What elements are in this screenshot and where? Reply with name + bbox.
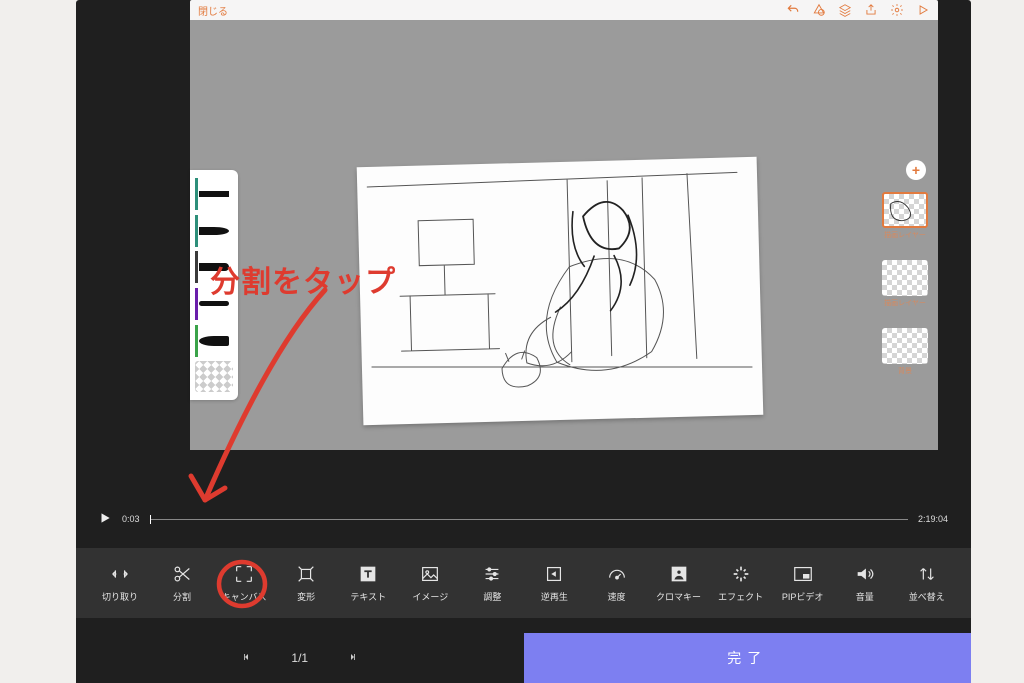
share-icon[interactable] — [864, 3, 878, 17]
tool-volume[interactable]: 音量 — [839, 563, 891, 603]
shape-icon[interactable] — [812, 3, 826, 17]
sparkle-icon — [730, 563, 752, 585]
volume-icon — [854, 563, 876, 585]
brush-transparency[interactable] — [195, 361, 233, 392]
image-icon — [419, 563, 441, 585]
topbar: 閉じる — [190, 0, 938, 20]
layer-label: 描画レイヤー — [882, 298, 928, 308]
drawing-canvas[interactable] — [357, 157, 764, 425]
done-button[interactable]: 完了 — [524, 633, 972, 683]
timeline-total: 2:19:04 — [918, 514, 948, 524]
text-icon — [357, 563, 379, 585]
brush-1[interactable] — [195, 178, 233, 209]
tool-reverse[interactable]: 逆再生 — [528, 563, 580, 603]
tool-adjust[interactable]: 調整 — [466, 563, 518, 603]
tool-canvas[interactable]: キャンバス — [218, 563, 270, 603]
play-button[interactable] — [98, 511, 112, 527]
tool-split[interactable]: 分割 — [156, 563, 208, 603]
play-outline-icon[interactable] — [916, 3, 930, 17]
person-icon — [668, 563, 690, 585]
bottom-bar: 1/1 完了 — [76, 633, 971, 683]
layer-thumb-2[interactable]: 描画レイヤー — [882, 260, 928, 308]
add-layer-button[interactable]: + — [906, 160, 926, 180]
tool-pip[interactable]: PIPビデオ — [777, 563, 829, 603]
tool-speed[interactable]: 速度 — [591, 563, 643, 603]
brush-panel — [190, 170, 238, 400]
crop-icon — [109, 563, 131, 585]
prev-page-button[interactable] — [241, 651, 253, 666]
layer-label: 背景 — [882, 366, 928, 376]
pager: 1/1 — [76, 633, 524, 683]
layers-icon[interactable] — [838, 3, 852, 17]
next-page-button[interactable] — [346, 651, 358, 666]
tool-chroma[interactable]: クロマキー — [653, 563, 705, 603]
close-button[interactable]: 閉じる — [198, 3, 228, 18]
app-frame: 閉じる — [76, 0, 971, 683]
brush-3[interactable] — [195, 251, 233, 282]
pip-icon — [792, 563, 814, 585]
reverse-icon — [543, 563, 565, 585]
brush-2[interactable] — [195, 215, 233, 246]
timeline-handle[interactable] — [150, 515, 151, 524]
timeline: 0:03 2:19:04 — [98, 504, 948, 534]
gear-icon[interactable] — [890, 3, 904, 17]
scissors-icon — [171, 563, 193, 585]
undo-icon[interactable] — [786, 3, 800, 17]
sliders-icon — [481, 563, 503, 585]
gauge-icon — [606, 563, 628, 585]
timeline-current: 0:03 — [122, 514, 140, 524]
canvas-area: + 描画レイヤー 描画レイヤー 背景 — [190, 20, 938, 450]
layer-thumb-3[interactable]: 背景 — [882, 328, 928, 376]
transform-icon — [295, 563, 317, 585]
layer-thumb-1[interactable]: 描画レイヤー — [882, 192, 928, 240]
tool-reorder[interactable]: 並べ替え — [901, 563, 953, 603]
layer-label: 描画レイヤー — [882, 230, 928, 240]
tool-text[interactable]: テキスト — [342, 563, 394, 603]
canvas-icon — [233, 563, 255, 585]
tool-effect[interactable]: エフェクト — [715, 563, 767, 603]
brush-5[interactable] — [195, 325, 233, 356]
reorder-icon — [916, 563, 938, 585]
tool-image[interactable]: イメージ — [404, 563, 456, 603]
brush-4[interactable] — [195, 288, 233, 319]
tool-row: 切り取り 分割 キャンバス 変形 テキスト イメージ 調整 逆再生 — [76, 548, 971, 618]
page-counter: 1/1 — [291, 651, 308, 665]
tool-crop[interactable]: 切り取り — [94, 563, 146, 603]
tool-transform[interactable]: 変形 — [280, 563, 332, 603]
timeline-track[interactable] — [150, 519, 908, 520]
